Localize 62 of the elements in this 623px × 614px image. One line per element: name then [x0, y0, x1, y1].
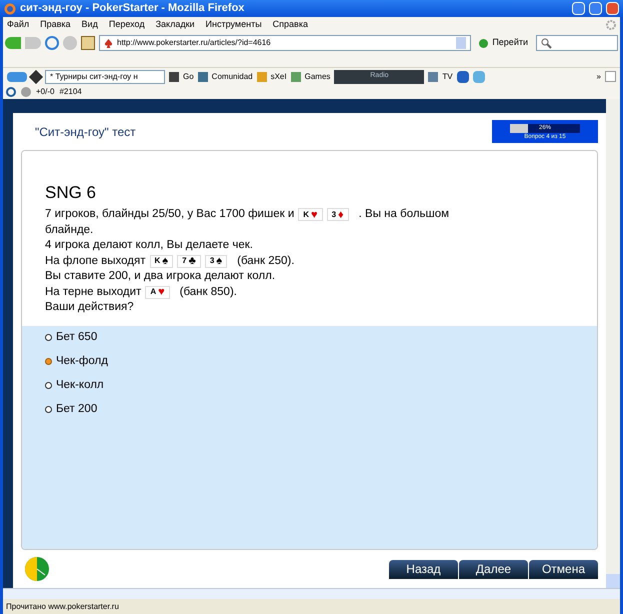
search-icon [541, 38, 552, 48]
maximize-button[interactable] [589, 2, 602, 15]
answer-option[interactable]: Чек-фолд [45, 350, 597, 374]
question-text: 7 игроков, блайнды 25/50, у Вас 1700 фишек и [45, 207, 294, 222]
score-text: +0/-0 [36, 86, 54, 98]
rank-text: #2104 [59, 86, 82, 98]
vertical-scrollbar[interactable] [606, 99, 620, 588]
playing-card: A ♥ [145, 286, 170, 299]
nav-button[interactable]: Отмена [529, 560, 598, 578]
menu-item[interactable]: Переход [108, 18, 145, 32]
browser-logo-icon [4, 2, 16, 14]
add-icon[interactable] [605, 71, 616, 82]
radio-button[interactable] [45, 382, 52, 389]
more-button[interactable]: » [596, 70, 601, 82]
question-text: Ваши действия? [45, 300, 134, 316]
menu-item[interactable]: Правка [40, 18, 71, 32]
tv-link[interactable]: TV [442, 70, 453, 82]
window-title: сит-энд-гоу - PokerStarter - Mozilla Firefox [20, 1, 246, 16]
go-button[interactable]: Перейти [475, 36, 532, 50]
games-link[interactable]: Games [304, 70, 330, 82]
answer-option[interactable]: Бет 200 [45, 398, 597, 422]
menu-item[interactable]: Файл [7, 18, 30, 32]
question-text: блайнде. [45, 222, 94, 238]
horizontal-scrollbar[interactable] [3, 588, 620, 599]
playing-card: K ♥ [298, 208, 323, 222]
question-text: 4 игрока делают колл, Вы делаете чек. [45, 238, 253, 254]
close-button[interactable] [606, 2, 619, 15]
playing-card: 7 ♣ [177, 254, 201, 268]
playing-card: 3 ♦ [326, 208, 349, 222]
question-text: На флопе выходят [45, 254, 146, 269]
address-field[interactable]: http://www.pokerstarter.ru/articles/?id=4616 [99, 35, 472, 51]
menu-item[interactable]: Справка [272, 18, 308, 32]
question-text: Вы ставите 200, и два игрока делают колл. [45, 269, 276, 284]
question-text: На терне выходит [45, 284, 142, 300]
answer-option[interactable]: Чек-колл [45, 374, 597, 398]
community-link[interactable]: Comunidad [212, 70, 253, 82]
nav-button[interactable]: Назад [389, 560, 458, 578]
url-text: http://www.pokerstarter.ru/articles/?id=4616 [117, 37, 272, 49]
sxe-link[interactable]: sXeI [270, 70, 287, 82]
answer-option[interactable]: Бет 650 [45, 326, 597, 350]
radio-button[interactable] [45, 358, 52, 365]
go-link[interactable]: Go [183, 70, 194, 82]
question-text: . Вы на большом [358, 207, 450, 222]
menu-item[interactable]: Вид [82, 18, 98, 32]
nav-button[interactable]: Далее [459, 560, 528, 578]
search-field[interactable] [536, 35, 618, 51]
tournaments-dropdown[interactable]: * Турниры сит-энд-гоу н [45, 70, 165, 84]
throbber-icon [606, 20, 616, 30]
question-heading: SNG 6 [45, 182, 98, 204]
pie-icon [25, 557, 49, 581]
menu-item[interactable]: Закладки [156, 18, 195, 32]
question-text: (банк 250). [237, 254, 294, 269]
site-icon [104, 38, 113, 48]
radio-button[interactable] [45, 406, 52, 413]
playing-card: 3 ♠ [204, 254, 228, 268]
status-text: Прочитано www.pokerstarter.ru [6, 600, 119, 612]
radio-button[interactable] [45, 334, 52, 341]
menu-item[interactable]: Инструменты [206, 18, 262, 32]
question-text: (банк 850). [180, 284, 237, 300]
test-title: "Сит-энд-гоу" тест [35, 124, 136, 140]
playing-card: K ♠ [150, 254, 174, 268]
minimize-button[interactable] [572, 2, 585, 15]
